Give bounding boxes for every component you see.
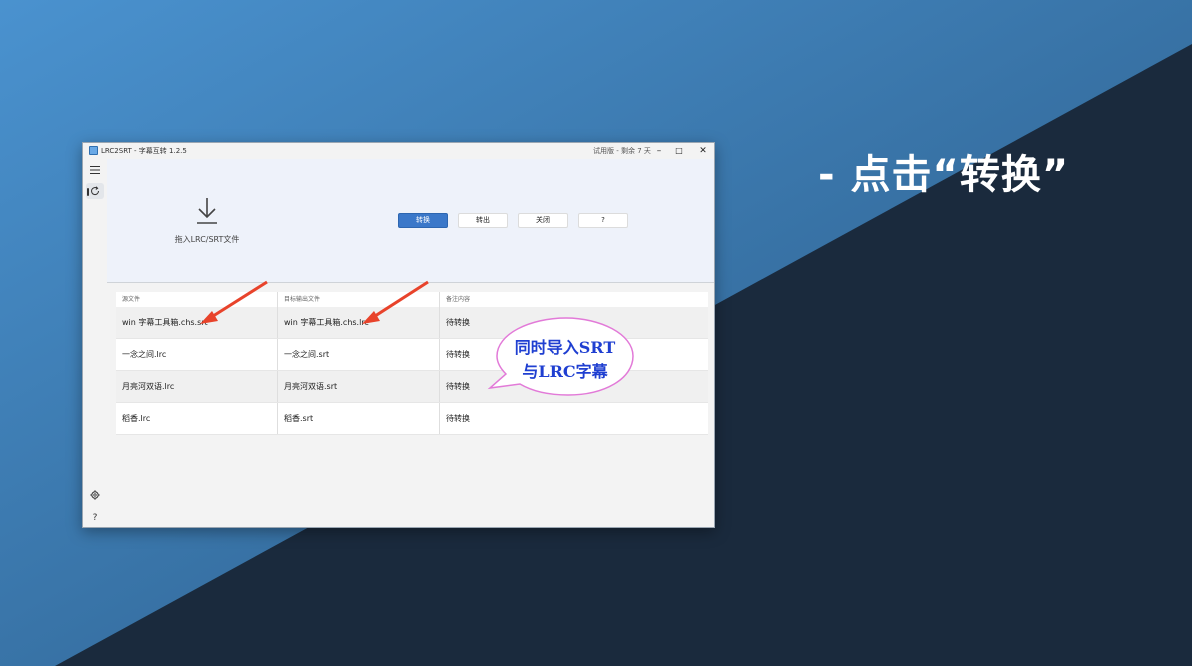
title-bar: LRC2SRT - 字幕互转 1.2.5 试用版 - 剩余 7 天 – □ ✕ [83, 143, 714, 159]
bubble-line-2: 与LRC字幕 [522, 362, 608, 381]
slide-caption: - 点击“转换” [818, 152, 1070, 198]
export-button[interactable]: 转出 [458, 213, 508, 228]
help-button[interactable]: ? [578, 213, 628, 228]
drop-zone[interactable]: 拖入LRC/SRT文件 转换 转出 关闭 ? [107, 159, 714, 283]
table-header: 源文件 目标输出文件 备注内容 [116, 292, 708, 307]
source-file-cell: 一念之间.lrc [122, 350, 167, 359]
gear-icon[interactable] [86, 489, 104, 505]
column-header-target[interactable]: 目标输出文件 [277, 292, 439, 307]
target-file-cell: 稻香.srt [277, 403, 439, 434]
convert-button[interactable]: 转换 [398, 213, 448, 228]
target-file-cell: 月亮河双语.srt [277, 371, 439, 402]
sidebar: ? [83, 159, 107, 527]
app-logo-icon [89, 146, 98, 155]
close-button[interactable]: 关闭 [518, 213, 568, 228]
source-file-cell: 月亮河双语.lrc [122, 382, 175, 391]
table-row[interactable]: win 字幕工具箱.chs.srt win 字幕工具箱.chs.lrc 待转换 [116, 307, 708, 339]
help-icon[interactable]: ? [86, 510, 104, 526]
maximize-button[interactable]: □ [669, 144, 689, 158]
download-icon [197, 198, 217, 224]
target-file-cell: win 字幕工具箱.chs.lrc [277, 307, 439, 338]
sidebar-item-convert[interactable] [86, 183, 104, 199]
column-header-notes[interactable]: 备注内容 [439, 292, 708, 307]
status-cell: 待转换 [439, 403, 708, 434]
status-cell: 待转换 [439, 307, 708, 338]
refresh-icon [91, 186, 100, 196]
hamburger-icon[interactable] [86, 163, 104, 179]
column-header-source[interactable]: 源文件 [116, 292, 277, 307]
bubble-line-1: 同时导入SRT [514, 338, 616, 357]
source-file-cell: win 字幕工具箱.chs.srt [122, 318, 208, 327]
trial-status: 试用版 - 剩余 7 天 [593, 147, 651, 155]
target-file-cell: 一念之间.srt [277, 339, 439, 370]
minimize-button[interactable]: – [649, 144, 669, 158]
drop-zone-label: 拖入LRC/SRT文件 [174, 235, 240, 244]
active-indicator [87, 188, 89, 196]
window-title: LRC2SRT - 字幕互转 1.2.5 [101, 147, 187, 155]
table-row[interactable]: 稻香.lrc 稻香.srt 待转换 [116, 403, 708, 435]
app-window: LRC2SRT - 字幕互转 1.2.5 试用版 - 剩余 7 天 – □ ✕ … [82, 142, 715, 528]
close-window-button[interactable]: ✕ [693, 144, 713, 158]
source-file-cell: 稻香.lrc [122, 414, 151, 423]
speech-bubble-text: 同时导入SRT 与LRC字幕 [500, 336, 630, 384]
